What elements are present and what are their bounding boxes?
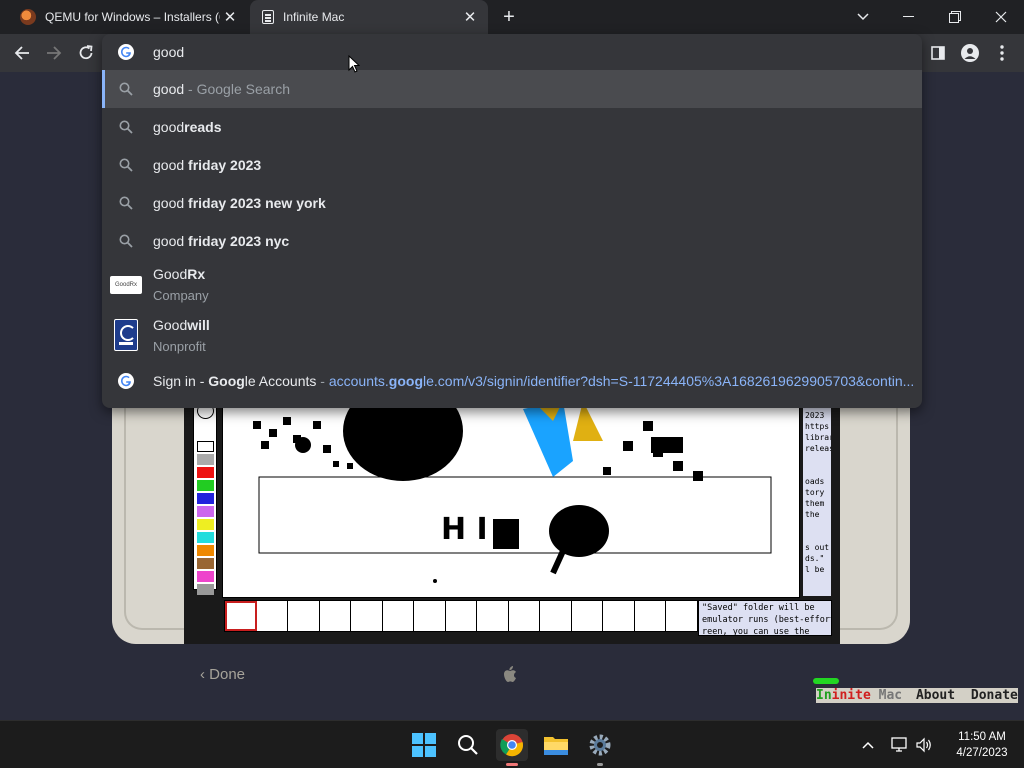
network-icon[interactable] (890, 735, 910, 755)
profile-button[interactable] (958, 41, 982, 65)
suggestion-good-friday-2023-nyc[interactable]: good friday 2023 nyc (102, 222, 922, 260)
suggestion-goodrx[interactable]: GoodRx GoodRx Company (102, 260, 922, 310)
side-panel-icon (931, 46, 945, 60)
spray-tool-icon[interactable] (320, 601, 352, 631)
pie-tool-icon[interactable] (351, 601, 383, 631)
back-arrow-icon (14, 46, 29, 60)
minimize-button[interactable] (886, 0, 932, 34)
file-explorer-icon[interactable] (540, 729, 572, 761)
new-tab-button[interactable]: + (498, 6, 520, 28)
half-circle-tool-icon[interactable] (446, 601, 478, 631)
bars-tool-icon[interactable] (414, 601, 446, 631)
site-footer: Ininite Mac About Donate (816, 688, 1018, 703)
chrome-icon[interactable] (496, 729, 528, 766)
close-window-button[interactable] (978, 0, 1024, 34)
search-icon (119, 234, 133, 248)
paint-tool-bar (224, 600, 698, 632)
apple-logo-icon (504, 666, 516, 682)
suggestion-good-friday-2023-new-york[interactable]: good friday 2023 new york (102, 184, 922, 222)
profile-icon (961, 44, 979, 62)
emulator-canvas[interactable]: H I (222, 400, 800, 598)
search-icon (119, 196, 133, 210)
menu-button[interactable] (990, 41, 1014, 65)
search-icon (119, 120, 133, 134)
side-panel-button[interactable] (926, 41, 950, 65)
windows-taskbar: 11:50 AM 4/27/2023 (0, 720, 1024, 768)
omnibox-input-row[interactable]: good (102, 34, 922, 70)
google-icon (118, 44, 134, 60)
search-icon (119, 158, 133, 172)
done-button[interactable]: ‹ Done (200, 666, 245, 683)
info-note: "Saved" folder will be emulator runs (be… (698, 600, 832, 636)
curve-tool-icon[interactable] (572, 601, 604, 631)
dots-tool-icon[interactable] (288, 601, 320, 631)
about-link[interactable]: About (916, 688, 955, 703)
screen: { "tabs": [ {"title": "QEMU for Windows … (0, 0, 1024, 768)
dither-tool-icon[interactable] (509, 601, 541, 631)
qemu-favicon-icon (20, 9, 36, 25)
tab-title: Infinite Mac (283, 10, 345, 24)
color-palette[interactable] (193, 400, 217, 595)
chevron-up-icon[interactable] (858, 735, 878, 755)
suggestion-google-accounts[interactable]: Sign in - Google Accounts - accounts.goo… (102, 362, 922, 400)
suggestion-good-friday-2023[interactable]: good friday 2023 (102, 146, 922, 184)
drip-tool-icon[interactable] (635, 601, 667, 631)
forward-arrow-icon (47, 46, 62, 60)
forward-button[interactable] (42, 41, 66, 65)
back-button[interactable] (10, 41, 34, 65)
svg-text:H I: H I (441, 512, 488, 547)
circles-tool-icon[interactable] (383, 601, 415, 631)
reload-icon (79, 45, 93, 60)
suggestion-goodwill[interactable]: Goodwill Nonprofit (102, 311, 922, 361)
lasso-tool-icon[interactable] (225, 601, 257, 631)
arrow-down-tool-icon[interactable] (666, 601, 697, 631)
system-clock[interactable]: 11:50 AM 4/27/2023 (942, 729, 1022, 761)
power-led (813, 678, 839, 684)
search-icon[interactable] (452, 729, 484, 761)
kebab-menu-icon (1000, 45, 1004, 61)
volume-icon[interactable] (914, 735, 934, 755)
drawing-canvas-art: H I (223, 401, 799, 597)
restore-button[interactable] (932, 0, 978, 34)
clock-date: 4/27/2023 (956, 747, 1008, 759)
face-tool-icon[interactable] (603, 601, 635, 631)
tab-close-icon[interactable]: ✕ (220, 7, 240, 27)
infinite-mac-logo[interactable]: Ininite Mac (816, 688, 902, 703)
windows-start-icon[interactable] (408, 729, 440, 761)
line-tool-icon[interactable] (540, 601, 572, 631)
reload-button[interactable] (74, 41, 98, 65)
omnibox-input[interactable]: good (153, 44, 184, 60)
suggestion-search-good[interactable]: good - Google Search (102, 70, 922, 108)
settings-icon[interactable] (584, 729, 616, 766)
goodrx-logo: GoodRx (110, 276, 142, 294)
tab-search-icon[interactable] (840, 0, 886, 34)
tab-qemu[interactable]: QEMU for Windows – Installers (6 ✕ (8, 0, 248, 34)
tab-title: QEMU for Windows – Installers (6 (45, 10, 220, 24)
search-icon (119, 82, 133, 96)
page-favicon-icon (262, 10, 274, 24)
donate-link[interactable]: Donate (971, 688, 1018, 703)
zigzag-tool-icon[interactable] (257, 601, 289, 631)
google-icon (118, 373, 134, 389)
clock-time: 11:50 AM (958, 731, 1006, 743)
goodwill-logo (114, 319, 138, 351)
tab-strip: QEMU for Windows – Installers (6 ✕ Infin… (0, 0, 1024, 34)
hatch-tool-icon[interactable] (477, 601, 509, 631)
omnibox-dropdown: good good - Google Search goodreads good… (102, 34, 922, 408)
tab-close-icon[interactable]: ✕ (460, 7, 480, 27)
side-text-panel: 2023 https librar releas oads tory them … (803, 408, 831, 596)
suggestion-goodreads[interactable]: goodreads (102, 108, 922, 146)
mouse-cursor-icon (348, 55, 360, 73)
tab-infinite-mac[interactable]: Infinite Mac ✕ (250, 0, 488, 34)
